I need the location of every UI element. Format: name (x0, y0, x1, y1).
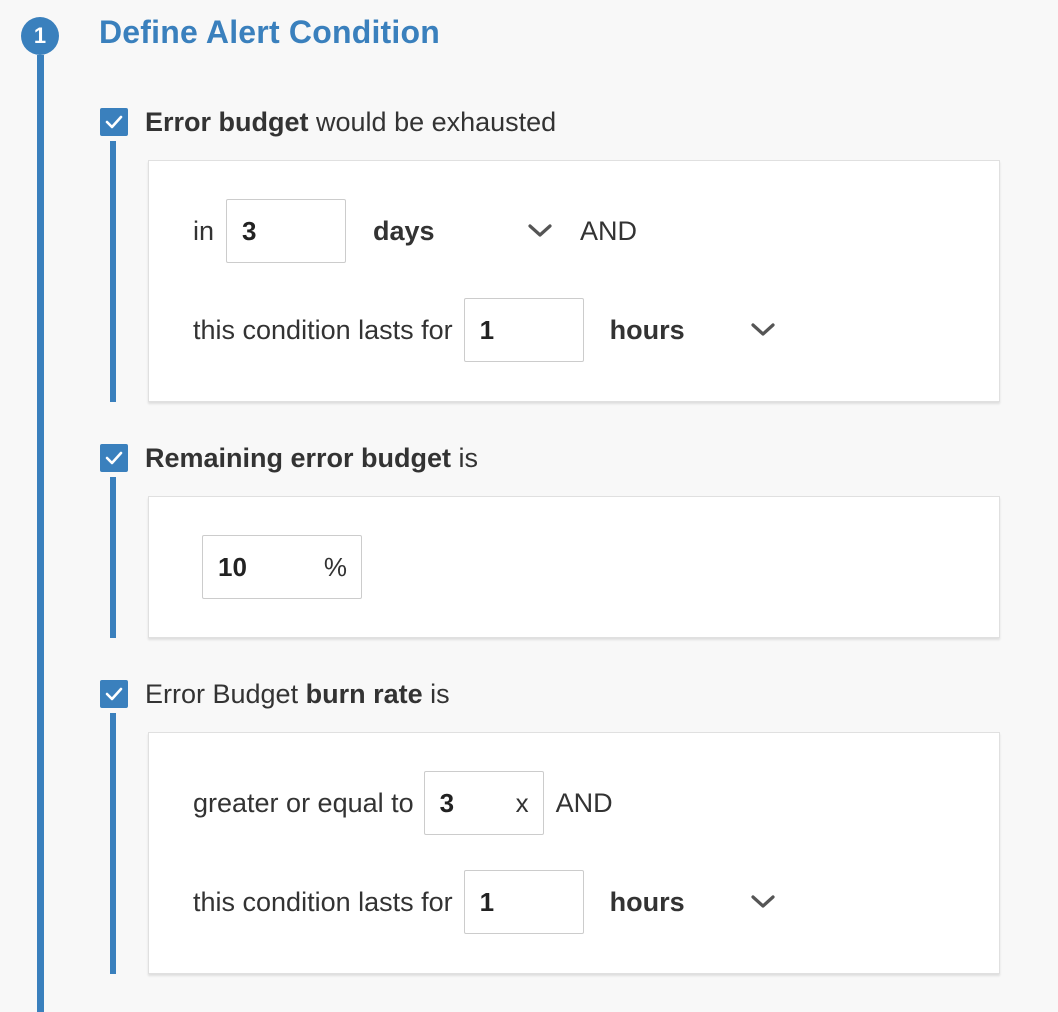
percent-unit: % (323, 551, 347, 582)
multiplier-unit: x (515, 787, 529, 818)
condition-exhaustion-header: Error budget would be exhausted (100, 107, 556, 137)
condition-exhaustion-label: Error budget would be exhausted (145, 106, 557, 137)
checkmark-icon (105, 687, 123, 701)
condition-burn-rate-header: Error Budget burn rate is (100, 679, 450, 709)
condition-remaining-panel: 10 % (148, 496, 1000, 638)
in-label: in (193, 215, 215, 246)
step-number: 1 (33, 23, 47, 48)
checkmark-icon (105, 115, 123, 129)
condition-remaining-checkbox[interactable] (100, 444, 128, 472)
condition-remaining-label: Remaining error budget is (145, 442, 479, 473)
step-progress-line (37, 55, 44, 1012)
exhaustion-unit-select[interactable]: days (373, 216, 555, 247)
remaining-value-row: 10 % (202, 535, 362, 599)
lasts-for-label: this condition lasts for (193, 314, 453, 345)
condition-remaining-header: Remaining error budget is (100, 443, 478, 473)
burn-rate-input[interactable]: 3 x (423, 771, 544, 835)
burn-rate-lasts-unit-value: hours (609, 886, 685, 917)
condition-exhaustion-panel: in 3 days AND this condition lasts for 1… (148, 160, 1000, 402)
condition-burn-rate-checkbox[interactable] (100, 680, 128, 708)
exhaustion-days-input[interactable]: 3 (226, 199, 347, 263)
step-number-badge: 1 (21, 17, 59, 55)
exhaustion-in-row: in 3 days AND (193, 199, 637, 263)
exhaustion-lasts-unit-select[interactable]: hours (610, 315, 778, 346)
exhaustion-unit-value: days (373, 215, 435, 246)
burn-rate-lasts-unit-select[interactable]: hours (610, 887, 778, 918)
remaining-percent-input[interactable]: 10 % (202, 535, 362, 599)
chevron-down-icon (525, 216, 555, 246)
lasts-for-label: this condition lasts for (193, 886, 453, 917)
exhaustion-lasts-unit-value: hours (609, 314, 685, 345)
burn-rate-gte-row: greater or equal to 3 x AND (193, 771, 613, 835)
condition-exhaustion-checkbox[interactable] (100, 108, 128, 136)
condition-burn-rate-label: Error Budget burn rate is (145, 678, 450, 709)
chevron-down-icon (748, 887, 778, 917)
and-label: AND (580, 215, 638, 246)
and-label: AND (555, 787, 613, 818)
chevron-down-icon (748, 315, 778, 345)
burn-rate-lasts-input[interactable]: 1 (463, 870, 584, 934)
condition-exhaustion-line (110, 141, 116, 402)
checkmark-icon (105, 451, 123, 465)
exhaustion-lasts-row: this condition lasts for 1 hours (193, 298, 778, 362)
step-title: Define Alert Condition (99, 14, 440, 50)
condition-remaining-line (110, 477, 116, 638)
burn-rate-lasts-row: this condition lasts for 1 hours (193, 870, 778, 934)
condition-burn-rate-panel: greater or equal to 3 x AND this conditi… (148, 732, 1000, 974)
exhaustion-lasts-input[interactable]: 1 (463, 298, 584, 362)
greater-or-equal-label: greater or equal to (193, 787, 414, 818)
condition-burn-rate-line (110, 713, 116, 974)
